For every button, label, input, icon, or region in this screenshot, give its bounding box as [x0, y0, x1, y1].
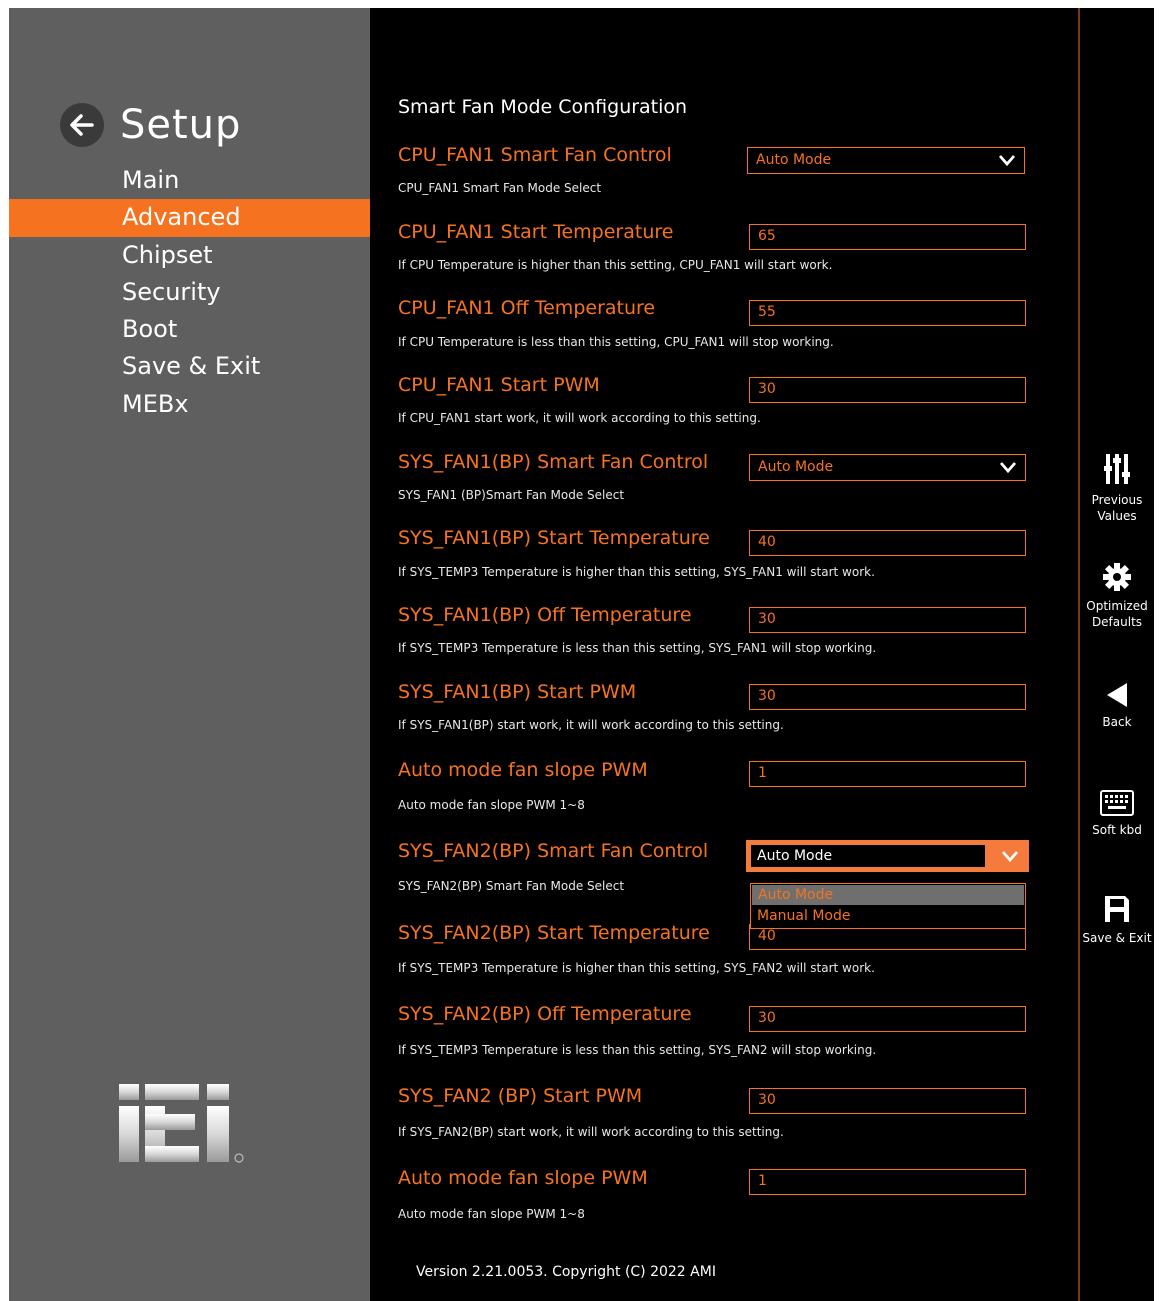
setting-label: SYS_FAN2 (BP) Start PWM — [398, 1085, 643, 1107]
bios-window: Setup Main Advanced Chipset Security Boo… — [9, 8, 1154, 1301]
iei-logo — [117, 1080, 247, 1170]
select-value: Auto Mode — [751, 845, 985, 867]
optimized-defaults-button[interactable]: Optimized Defaults — [1080, 562, 1154, 630]
setting-label: SYS_FAN1(BP) Start Temperature — [398, 527, 710, 549]
keyboard-icon — [1100, 790, 1134, 816]
sidebar-item-save-exit[interactable]: Save & Exit — [9, 348, 370, 385]
sys-fan2-off-temperature-input[interactable]: 30 — [749, 1006, 1026, 1032]
settings-panel: Smart Fan Mode Configuration CPU_FAN1 Sm… — [370, 8, 1078, 1301]
sidebar-item-chipset[interactable]: Chipset — [9, 237, 370, 274]
setting-help: If CPU Temperature is less than this set… — [398, 335, 834, 349]
setting-label: SYS_FAN1(BP) Off Temperature — [398, 604, 692, 626]
setting-help: If SYS_FAN2(BP) start work, it will work… — [398, 1125, 784, 1139]
chevron-down-icon — [1001, 851, 1019, 863]
toolbar-label: Previous Values — [1091, 493, 1143, 523]
cpu-fan1-start-temperature-input[interactable]: 65 — [749, 224, 1026, 250]
setting-label: Auto mode fan slope PWM — [398, 759, 648, 781]
chevron-down-icon — [998, 155, 1016, 167]
version-footer: Version 2.21.0053. Copyright (C) 2022 AM… — [416, 1264, 716, 1280]
setting-label: SYS_FAN1(BP) Start PWM — [398, 681, 637, 703]
sys-fan2-smart-fan-control-select[interactable]: Auto Mode — [746, 840, 1029, 872]
setting-help: SYS_FAN1 (BP)Smart Fan Mode Select — [398, 488, 625, 502]
setting-help: Auto mode fan slope PWM 1~8 — [398, 798, 585, 812]
setup-header: Setup — [60, 100, 241, 150]
sidebar-item-main[interactable]: Main — [9, 162, 370, 199]
gear-icon — [1103, 563, 1131, 591]
sliders-icon — [1104, 454, 1130, 484]
sidebar-item-mebx[interactable]: MEBx — [9, 386, 370, 423]
setting-help: SYS_FAN2(BP) Smart Fan Mode Select — [398, 879, 625, 893]
select-value: Auto Mode — [756, 152, 832, 168]
cpu-fan1-off-temperature-input[interactable]: 55 — [749, 300, 1026, 326]
setting-help: CPU_FAN1 Smart Fan Mode Select — [398, 181, 602, 195]
setting-label: CPU_FAN1 Start Temperature — [398, 221, 674, 243]
chevron-down-icon — [999, 462, 1017, 474]
auto-mode-fan-slope-pwm-input[interactable]: 1 — [749, 761, 1026, 787]
setting-help: If SYS_TEMP3 Temperature is less than th… — [398, 641, 877, 655]
setting-help: If SYS_TEMP3 Temperature is less than th… — [398, 1043, 877, 1057]
fan-mode-dropdown-list: Auto Mode Manual Mode — [750, 883, 1026, 929]
right-toolbar: Previous Values Optimized Defaults Back … — [1080, 8, 1154, 1301]
setup-title: Setup — [120, 102, 242, 148]
toolbar-label: Save & Exit — [1082, 931, 1152, 945]
back-button[interactable]: Back — [1080, 682, 1154, 730]
setting-help: If SYS_TEMP3 Temperature is higher than … — [398, 961, 875, 975]
cpu-fan1-smart-fan-control-select[interactable]: Auto Mode — [747, 147, 1025, 174]
dropdown-option-auto-mode[interactable]: Auto Mode — [752, 885, 1024, 905]
toolbar-label: Back — [1102, 715, 1132, 729]
setting-help: If SYS_FAN1(BP) start work, it will work… — [398, 718, 784, 732]
setting-label: Auto mode fan slope PWM — [398, 1167, 648, 1189]
sys-fan2-start-pwm-input[interactable]: 30 — [749, 1088, 1026, 1114]
sidebar-nav: Main Advanced Chipset Security Boot Save… — [9, 162, 370, 423]
sys-fan1-start-temperature-input[interactable]: 40 — [749, 530, 1026, 556]
setting-help: If CPU_FAN1 start work, it will work acc… — [398, 411, 761, 425]
cpu-fan1-start-pwm-input[interactable]: 30 — [749, 377, 1026, 403]
soft-keyboard-button[interactable]: Soft kbd — [1080, 790, 1154, 838]
setting-label: SYS_FAN1(BP) Smart Fan Control — [398, 451, 709, 473]
previous-values-button[interactable]: Previous Values — [1080, 452, 1154, 524]
back-arrow-icon[interactable] — [60, 103, 104, 147]
floppy-icon — [1105, 896, 1129, 922]
toolbar-label: Soft kbd — [1092, 823, 1142, 837]
save-exit-button[interactable]: Save & Exit — [1080, 894, 1154, 946]
toolbar-label: Optimized Defaults — [1086, 599, 1148, 629]
setting-help: If CPU Temperature is higher than this s… — [398, 258, 833, 272]
sidebar-item-security[interactable]: Security — [9, 274, 370, 311]
sys-fan1-smart-fan-control-select[interactable]: Auto Mode — [749, 454, 1026, 481]
setting-label: CPU_FAN1 Smart Fan Control — [398, 144, 672, 166]
dropdown-option-manual-mode[interactable]: Manual Mode — [751, 906, 1025, 926]
setting-label: SYS_FAN2(BP) Start Temperature — [398, 922, 710, 944]
setting-label: CPU_FAN1 Start PWM — [398, 374, 600, 396]
sys-fan1-start-pwm-input[interactable]: 30 — [749, 684, 1026, 710]
sys-fan1-off-temperature-input[interactable]: 30 — [749, 607, 1026, 633]
sidebar-item-advanced[interactable]: Advanced — [9, 199, 370, 237]
setting-label: SYS_FAN2(BP) Off Temperature — [398, 1003, 692, 1025]
setting-help: Auto mode fan slope PWM 1~8 — [398, 1207, 585, 1221]
auto-mode-fan-slope-pwm-2-input[interactable]: 1 — [749, 1169, 1026, 1195]
sidebar: Setup Main Advanced Chipset Security Boo… — [9, 8, 370, 1301]
select-value: Auto Mode — [758, 459, 834, 475]
setting-label: CPU_FAN1 Off Temperature — [398, 297, 656, 319]
setting-label: SYS_FAN2(BP) Smart Fan Control — [398, 840, 709, 862]
back-triangle-icon — [1107, 683, 1127, 707]
sidebar-item-boot[interactable]: Boot — [9, 311, 370, 348]
section-title: Smart Fan Mode Configuration — [398, 96, 688, 118]
setting-help: If SYS_TEMP3 Temperature is higher than … — [398, 565, 875, 579]
